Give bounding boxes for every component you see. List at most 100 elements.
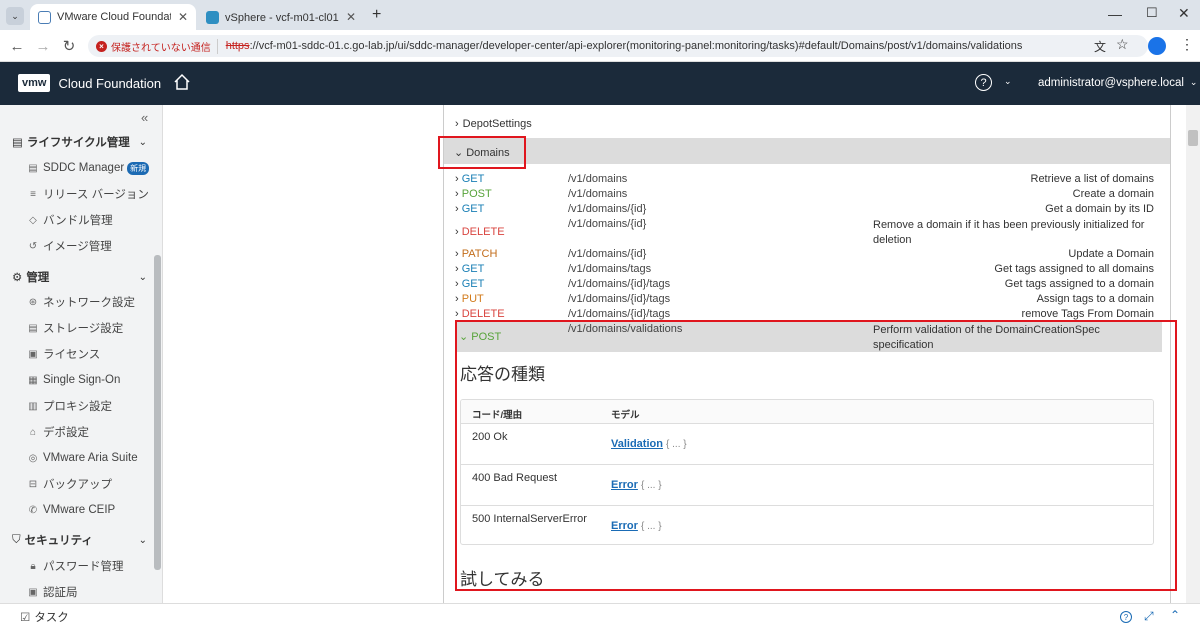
bookmark-star-icon[interactable]: ☆ — [1116, 36, 1129, 53]
endpoint-row[interactable]: › GET/v1/domains Retrieve a list of domai… — [455, 173, 1162, 188]
release-icon: ≡ — [30, 188, 36, 200]
sidebar-item-aria[interactable]: ◎ VMware Aria Suite — [27, 448, 138, 468]
main-scrollbar[interactable] — [1186, 105, 1200, 603]
sidebar-item-ca[interactable]: ▣ 認証局 — [27, 582, 77, 602]
sidebar-item-backup[interactable]: ⊟ バックアップ — [27, 474, 112, 494]
chevron-down-icon: ⌄ — [138, 534, 147, 546]
model-link[interactable]: Error — [611, 479, 638, 491]
omnibox[interactable]: × 保護されていない通信 https://vcf-m01-sddc-01.c.g… — [88, 35, 1148, 57]
tasks-tab[interactable]: ☑ タスク — [20, 609, 69, 625]
chevron-right-icon: › — [455, 118, 459, 130]
close-window-button[interactable]: ✕ — [1178, 5, 1190, 22]
table-row: 400 Bad Request Error { ... } — [461, 465, 1153, 506]
back-button[interactable]: ← — [8, 37, 26, 55]
chevron-down-icon: ⌄ — [138, 271, 147, 283]
sidebar-item-bundle[interactable]: ◇ バンドル管理 — [27, 210, 112, 230]
help-icon[interactable]: ? — [975, 74, 992, 91]
collapse-sidebar-icon[interactable]: « — [141, 110, 148, 125]
reload-button[interactable]: ↻ — [60, 37, 78, 55]
cert-icon: ▣ — [28, 586, 38, 598]
collapse-up-icon[interactable]: ⌃ — [1170, 608, 1180, 622]
close-icon[interactable]: ✕ — [172, 10, 188, 24]
endpoint-row[interactable]: › DELETE/v1/domains/{id} Remove a domain … — [455, 218, 1162, 248]
endpoint-row[interactable]: › GET/v1/domains/{id}/tags Get tags assig… — [455, 278, 1162, 293]
user-menu[interactable]: administrator@vsphere.local ⌄ — [1038, 77, 1197, 89]
chevron-down-icon: ⌄ — [1189, 77, 1198, 87]
lock-icon: 🔒︎ — [30, 560, 36, 572]
aria-icon: ◎ — [28, 452, 38, 464]
chevron-right-icon: › — [455, 173, 459, 185]
endpoint-row-expanded[interactable]: ⌄ POST /v1/domains/validations Perform v… — [457, 322, 1162, 352]
depot-icon: ⌂ — [29, 426, 37, 438]
model-link[interactable]: Error — [611, 520, 638, 532]
chevron-right-icon: › — [455, 226, 459, 238]
sidebar-item-image[interactable]: ↺ イメージ管理 — [27, 236, 112, 256]
endpoint-row[interactable]: › DELETE/v1/domains/{id}/tags remove Tags… — [455, 308, 1162, 320]
sidebar-item-sddc-manager[interactable]: ▤ SDDC Manager 新規 — [27, 158, 150, 178]
list-icon: ▤ — [28, 162, 38, 174]
model-link[interactable]: Validation — [611, 438, 663, 450]
browser-menu-icon[interactable]: ⋮ — [1180, 36, 1194, 53]
tab-vsphere[interactable]: vSphere - vcf-m01-cl01 - イメージ ✕ — [198, 4, 364, 30]
sidebar-item-sso[interactable]: ▦ Single Sign-On — [27, 370, 120, 390]
endpoint-row[interactable]: › PUT/v1/domains/{id}/tags Assign tags to… — [455, 293, 1162, 308]
chevron-right-icon: › — [455, 263, 459, 275]
product-logo[interactable]: vmw Cloud Foundation — [18, 71, 161, 95]
sidebar-item-storage[interactable]: ▤ ストレージ設定 — [27, 318, 123, 338]
sidebar-item-ceip[interactable]: ✆ VMware CEIP — [27, 500, 115, 520]
endpoint-row[interactable]: › POST/v1/domains Create a domain — [455, 188, 1162, 203]
sso-icon: ▦ — [28, 374, 38, 386]
home-icon[interactable] — [173, 73, 191, 91]
sidebar-scrollbar[interactable] — [154, 255, 161, 570]
url-text[interactable]: https://vcf-m01-sddc-01.c.go-lab.jp/ui/s… — [226, 40, 1023, 52]
gear-icon: ⚙ — [12, 272, 23, 284]
expand-icon[interactable]: ⤢ — [1144, 609, 1154, 624]
domains-group-toggle[interactable]: ⌄ Domains — [438, 136, 526, 169]
sidebar-item-release-versions[interactable]: ≡ リリース バージョン — [27, 184, 149, 204]
sidebar-item-proxy[interactable]: ▥ プロキシ設定 — [27, 396, 112, 416]
chevron-right-icon: › — [455, 293, 459, 305]
sidebar-item-network[interactable]: ⊛ ネットワーク設定 — [27, 292, 135, 312]
bundle-icon: ◇ — [29, 214, 37, 226]
help-chevron-icon[interactable]: ⌄ — [1004, 76, 1012, 87]
ceip-icon: ✆ — [28, 504, 38, 516]
maximize-button[interactable]: ☐ — [1146, 5, 1158, 21]
forward-button[interactable]: → — [34, 37, 52, 55]
chevron-right-icon: › — [455, 248, 459, 260]
profile-icon[interactable] — [1148, 37, 1166, 55]
chevron-right-icon: › — [455, 188, 459, 200]
new-tab-button[interactable]: + — [372, 6, 381, 24]
security-indicator[interactable]: × 保護されていない通信 — [94, 38, 218, 54]
network-icon: ⊛ — [28, 296, 38, 308]
sidebar-section-lifecycle[interactable]: ▤ ライフサイクル管理 ⌄ — [12, 132, 147, 152]
minimize-button[interactable]: — — [1108, 6, 1122, 22]
endpoint-row[interactable]: › PATCH/v1/domains/{id} Update a Domain — [455, 248, 1162, 263]
sidebar-item-license[interactable]: ▣ ライセンス — [27, 344, 100, 364]
chevron-down-icon: ⌄ — [138, 136, 147, 148]
vsphere-icon — [206, 10, 219, 24]
footer-bar — [0, 603, 1200, 630]
sidebar-section-admin[interactable]: ⚙ 管理 ⌄ — [12, 267, 147, 287]
scrollbar-thumb[interactable] — [1188, 130, 1198, 146]
cloud-icon — [38, 10, 51, 24]
endpoint-row[interactable]: › GET/v1/domains/{id} Get a domain by its… — [455, 203, 1162, 218]
tab-list-button[interactable]: ⌄ — [6, 7, 24, 25]
chevron-down-icon: ⌄ — [459, 331, 469, 343]
domains-group-header — [444, 138, 1170, 164]
chevron-right-icon: › — [455, 278, 459, 290]
api-group-depot[interactable]: › DepotSettings — [455, 118, 532, 130]
translate-icon[interactable]: 文 — [1094, 38, 1106, 55]
endpoint-row[interactable]: › GET/v1/domains/tags Get tags assigned t… — [455, 263, 1162, 278]
sidebar-item-depot[interactable]: ⌂ デポ設定 — [27, 422, 89, 442]
chevron-right-icon: › — [455, 203, 459, 215]
proxy-icon: ▥ — [28, 400, 38, 412]
sidebar-item-password[interactable]: 🔒︎ パスワード管理 — [27, 556, 123, 576]
response-table: コード/理由 モデル 200 Ok Validation { ... } 400… — [460, 399, 1154, 545]
chevron-down-icon: ⌄ — [454, 147, 464, 159]
close-icon[interactable]: ✕ — [340, 10, 356, 24]
table-row: 200 Ok Validation { ... } — [461, 424, 1153, 465]
sidebar-section-security[interactable]: ⛉ セキュリティ ⌄ — [12, 530, 147, 550]
chevron-right-icon: › — [455, 308, 459, 320]
tab-vcf[interactable]: VMware Cloud Foundation Dev ✕ — [30, 4, 196, 30]
help-icon[interactable]: ? — [1120, 611, 1132, 623]
